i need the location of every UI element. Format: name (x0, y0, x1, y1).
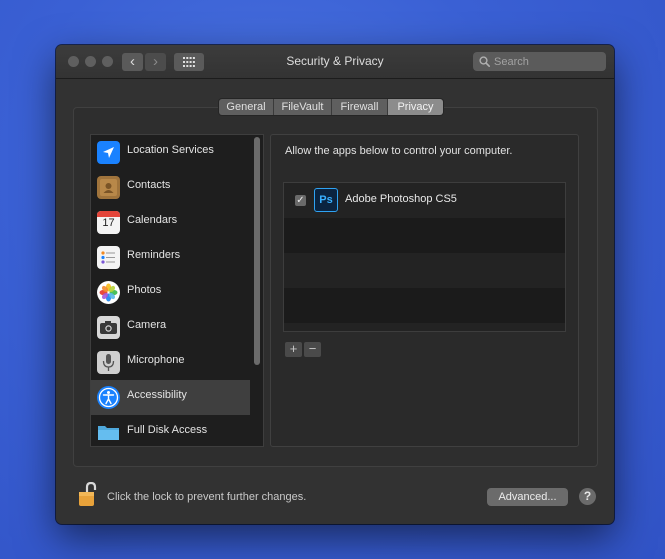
contacts-book-icon (97, 176, 120, 199)
sidebar-item-label: Calendars (127, 214, 178, 226)
advanced-button[interactable]: Advanced... (487, 488, 568, 506)
remove-app-button[interactable]: − (304, 342, 321, 357)
sidebar-item-accessibility[interactable]: Accessibility (91, 380, 250, 415)
sidebar-item-full-disk-access[interactable]: Full Disk Access (91, 415, 250, 446)
photoshop-icon: Ps (314, 188, 338, 212)
empty-row (284, 218, 565, 253)
photos-flower-icon (97, 281, 120, 304)
empty-row (284, 253, 565, 288)
app-name: Adobe Photoshop CS5 (345, 193, 457, 205)
camera-icon (97, 316, 120, 339)
sidebar-scrollbar[interactable] (254, 137, 260, 365)
sidebar-item-reminders[interactable]: Reminders (91, 240, 250, 275)
sidebar-item-label: Camera (127, 319, 167, 331)
security-privacy-window: ‹ › Security & Privacy General F (56, 45, 614, 524)
privacy-category-list[interactable]: Location Services Contacts 17 Calendars (90, 134, 264, 447)
checkmark-icon: ✓ (296, 195, 305, 206)
tab-privacy[interactable]: Privacy (388, 99, 443, 115)
sidebar-item-label: Location Services (127, 144, 214, 156)
list-item[interactable]: ✓ Ps Adobe Photoshop CS5 (284, 183, 565, 218)
sidebar-item-location-services[interactable]: Location Services (91, 135, 250, 170)
minus-icon: − (308, 341, 317, 356)
help-button[interactable]: ? (579, 488, 596, 505)
plus-icon: + (289, 341, 298, 356)
sidebar-item-calendars[interactable]: 17 Calendars (91, 205, 250, 240)
privacy-prompt: Allow the apps below to control your com… (285, 145, 513, 157)
sidebar-item-label: Accessibility (127, 389, 187, 401)
folder-icon (97, 421, 120, 444)
search-field[interactable] (473, 52, 606, 71)
accessibility-icon (97, 386, 120, 409)
sidebar-item-label: Full Disk Access (127, 424, 208, 436)
sidebar-item-photos[interactable]: Photos (91, 275, 250, 310)
tab-general[interactable]: General (219, 99, 274, 115)
unlocked-padlock-icon (79, 481, 97, 506)
location-arrow-icon (97, 141, 120, 164)
tab-firewall[interactable]: Firewall (332, 99, 388, 115)
app-list[interactable]: ✓ Ps Adobe Photoshop CS5 (283, 182, 566, 332)
calendar-icon: 17 (97, 211, 120, 234)
reminders-list-icon (97, 246, 120, 269)
title-bar: ‹ › Security & Privacy (56, 45, 614, 79)
app-checkbox[interactable]: ✓ (295, 195, 306, 206)
sidebar-item-label: Reminders (127, 249, 181, 261)
search-icon (479, 56, 490, 67)
tab-filevault[interactable]: FileVault (274, 99, 332, 115)
search-input[interactable] (492, 53, 604, 71)
microphone-icon (97, 351, 120, 374)
sidebar-item-label: Microphone (127, 354, 185, 366)
sidebar-item-microphone[interactable]: Microphone (91, 345, 250, 380)
lock-message: Click the lock to prevent further change… (107, 491, 307, 503)
sidebar-item-label: Photos (127, 284, 162, 296)
empty-row (284, 288, 565, 323)
sidebar-item-label: Contacts (127, 179, 171, 191)
sidebar-item-camera[interactable]: Camera (91, 310, 250, 345)
lock-button[interactable] (78, 481, 98, 513)
tab-bar: General FileVault Firewall Privacy (219, 99, 443, 115)
sidebar-item-contacts[interactable]: Contacts (91, 170, 250, 205)
add-app-button[interactable]: + (285, 342, 302, 357)
